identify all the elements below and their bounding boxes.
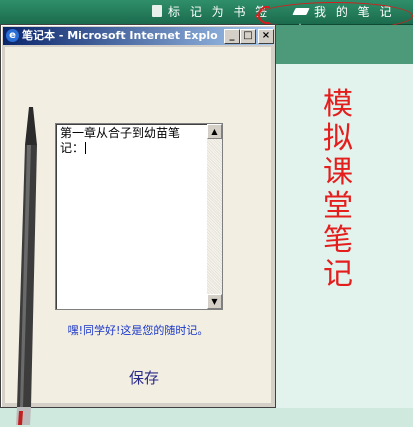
bookmark-icon: [152, 5, 162, 17]
side-vertical-title: 模拟课堂笔记: [323, 87, 353, 292]
scroll-down-icon[interactable]: ▼: [207, 294, 222, 309]
maximize-button[interactable]: □: [240, 29, 256, 44]
save-button[interactable]: 保存: [115, 367, 173, 389]
minimize-button[interactable]: _: [224, 29, 240, 44]
note-textarea[interactable]: 第一章从合子到幼苗笔记： ▲ ▼: [55, 123, 223, 310]
greeting-text: 嘿!同学好!这是您的随时记。: [67, 324, 209, 337]
bookmark-button[interactable]: 标 记 为 书 签: [152, 3, 270, 21]
pencil-tip: [25, 107, 37, 145]
side-banner: [276, 25, 413, 65]
bookmark-label: 标 记 为 书 签: [168, 5, 271, 19]
notebook-popup-window: e 笔记本 - Microsoft Internet Explo... _ □ …: [0, 24, 276, 425]
scroll-up-icon[interactable]: ▲: [207, 124, 222, 139]
window-content: 第一章从合子到幼苗笔记： ▲ ▼ 嘿!同学好!这是您的随时记。 保存: [5, 47, 271, 425]
pencil-illustration: [16, 107, 37, 425]
ie-icon: e: [6, 29, 19, 42]
window-title: 笔记本 - Microsoft Internet Explo...: [22, 29, 218, 42]
close-button[interactable]: ×: [258, 29, 274, 44]
note-text: 第一章从合子到幼苗笔记：: [60, 126, 181, 155]
window-titlebar[interactable]: e 笔记本 - Microsoft Internet Explo... _ □ …: [3, 27, 274, 45]
text-caret: [85, 142, 87, 154]
note-scrollbar[interactable]: ▲ ▼: [207, 124, 222, 309]
pointer-arrow: [258, 6, 270, 24]
